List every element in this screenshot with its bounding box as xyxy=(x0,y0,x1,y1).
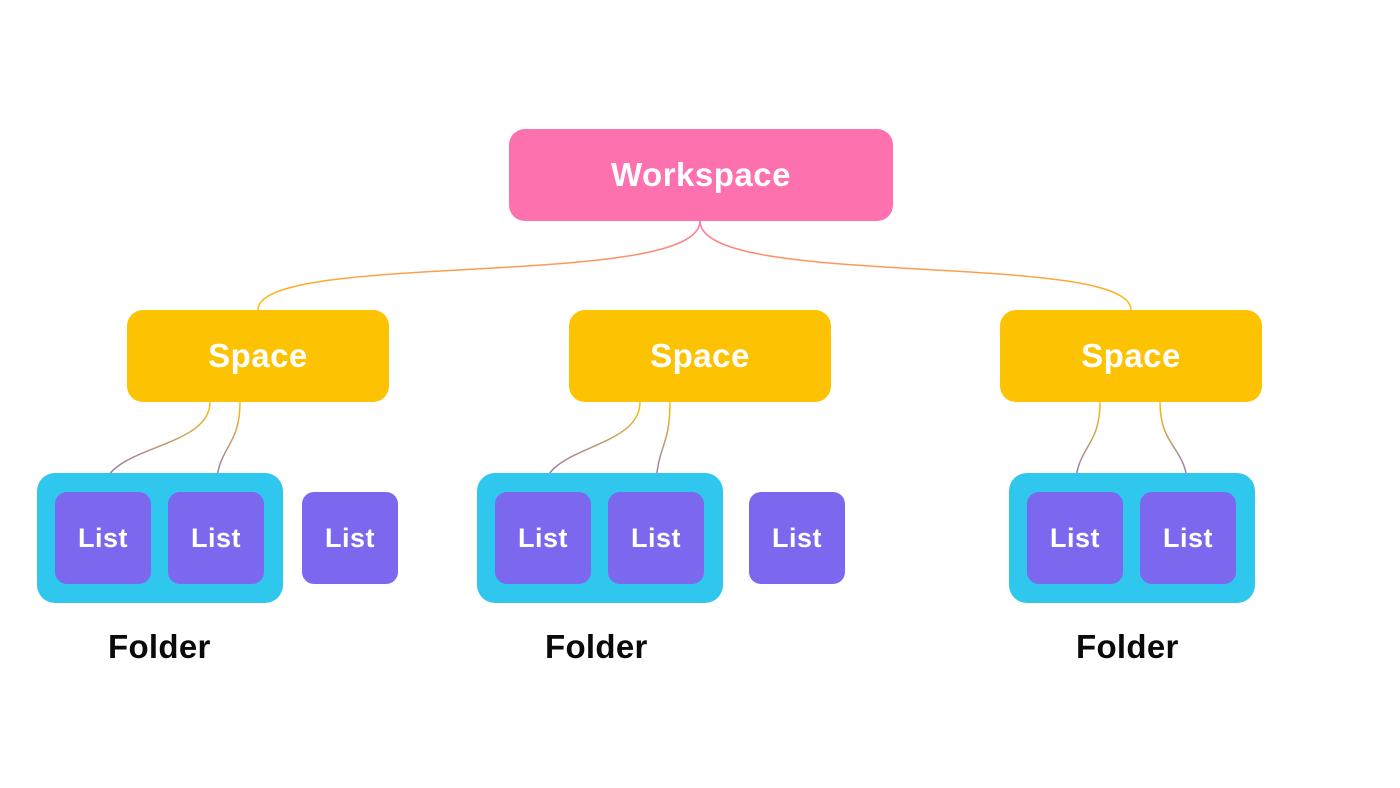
space-node: Space xyxy=(569,310,831,402)
list-label: List xyxy=(191,523,241,554)
list-label: List xyxy=(772,523,822,554)
list-node: List xyxy=(302,492,398,584)
folder-label: Folder xyxy=(545,628,648,666)
list-node: List xyxy=(55,492,151,584)
hierarchy-diagram: Workspace Space Space Space List List Li… xyxy=(0,0,1400,788)
list-node: List xyxy=(1140,492,1236,584)
list-label: List xyxy=(325,523,375,554)
folder-label: Folder xyxy=(1076,628,1179,666)
list-label: List xyxy=(1050,523,1100,554)
list-label: List xyxy=(1163,523,1213,554)
space-node: Space xyxy=(1000,310,1262,402)
list-node: List xyxy=(749,492,845,584)
list-node: List xyxy=(608,492,704,584)
list-node: List xyxy=(495,492,591,584)
workspace-label: Workspace xyxy=(611,156,791,194)
workspace-node: Workspace xyxy=(509,129,893,221)
list-label: List xyxy=(518,523,568,554)
folder-label: Folder xyxy=(108,628,211,666)
list-node: List xyxy=(168,492,264,584)
list-label: List xyxy=(631,523,681,554)
space-label: Space xyxy=(208,337,308,375)
space-label: Space xyxy=(650,337,750,375)
space-node: Space xyxy=(127,310,389,402)
list-node: List xyxy=(1027,492,1123,584)
list-label: List xyxy=(78,523,128,554)
space-label: Space xyxy=(1081,337,1181,375)
